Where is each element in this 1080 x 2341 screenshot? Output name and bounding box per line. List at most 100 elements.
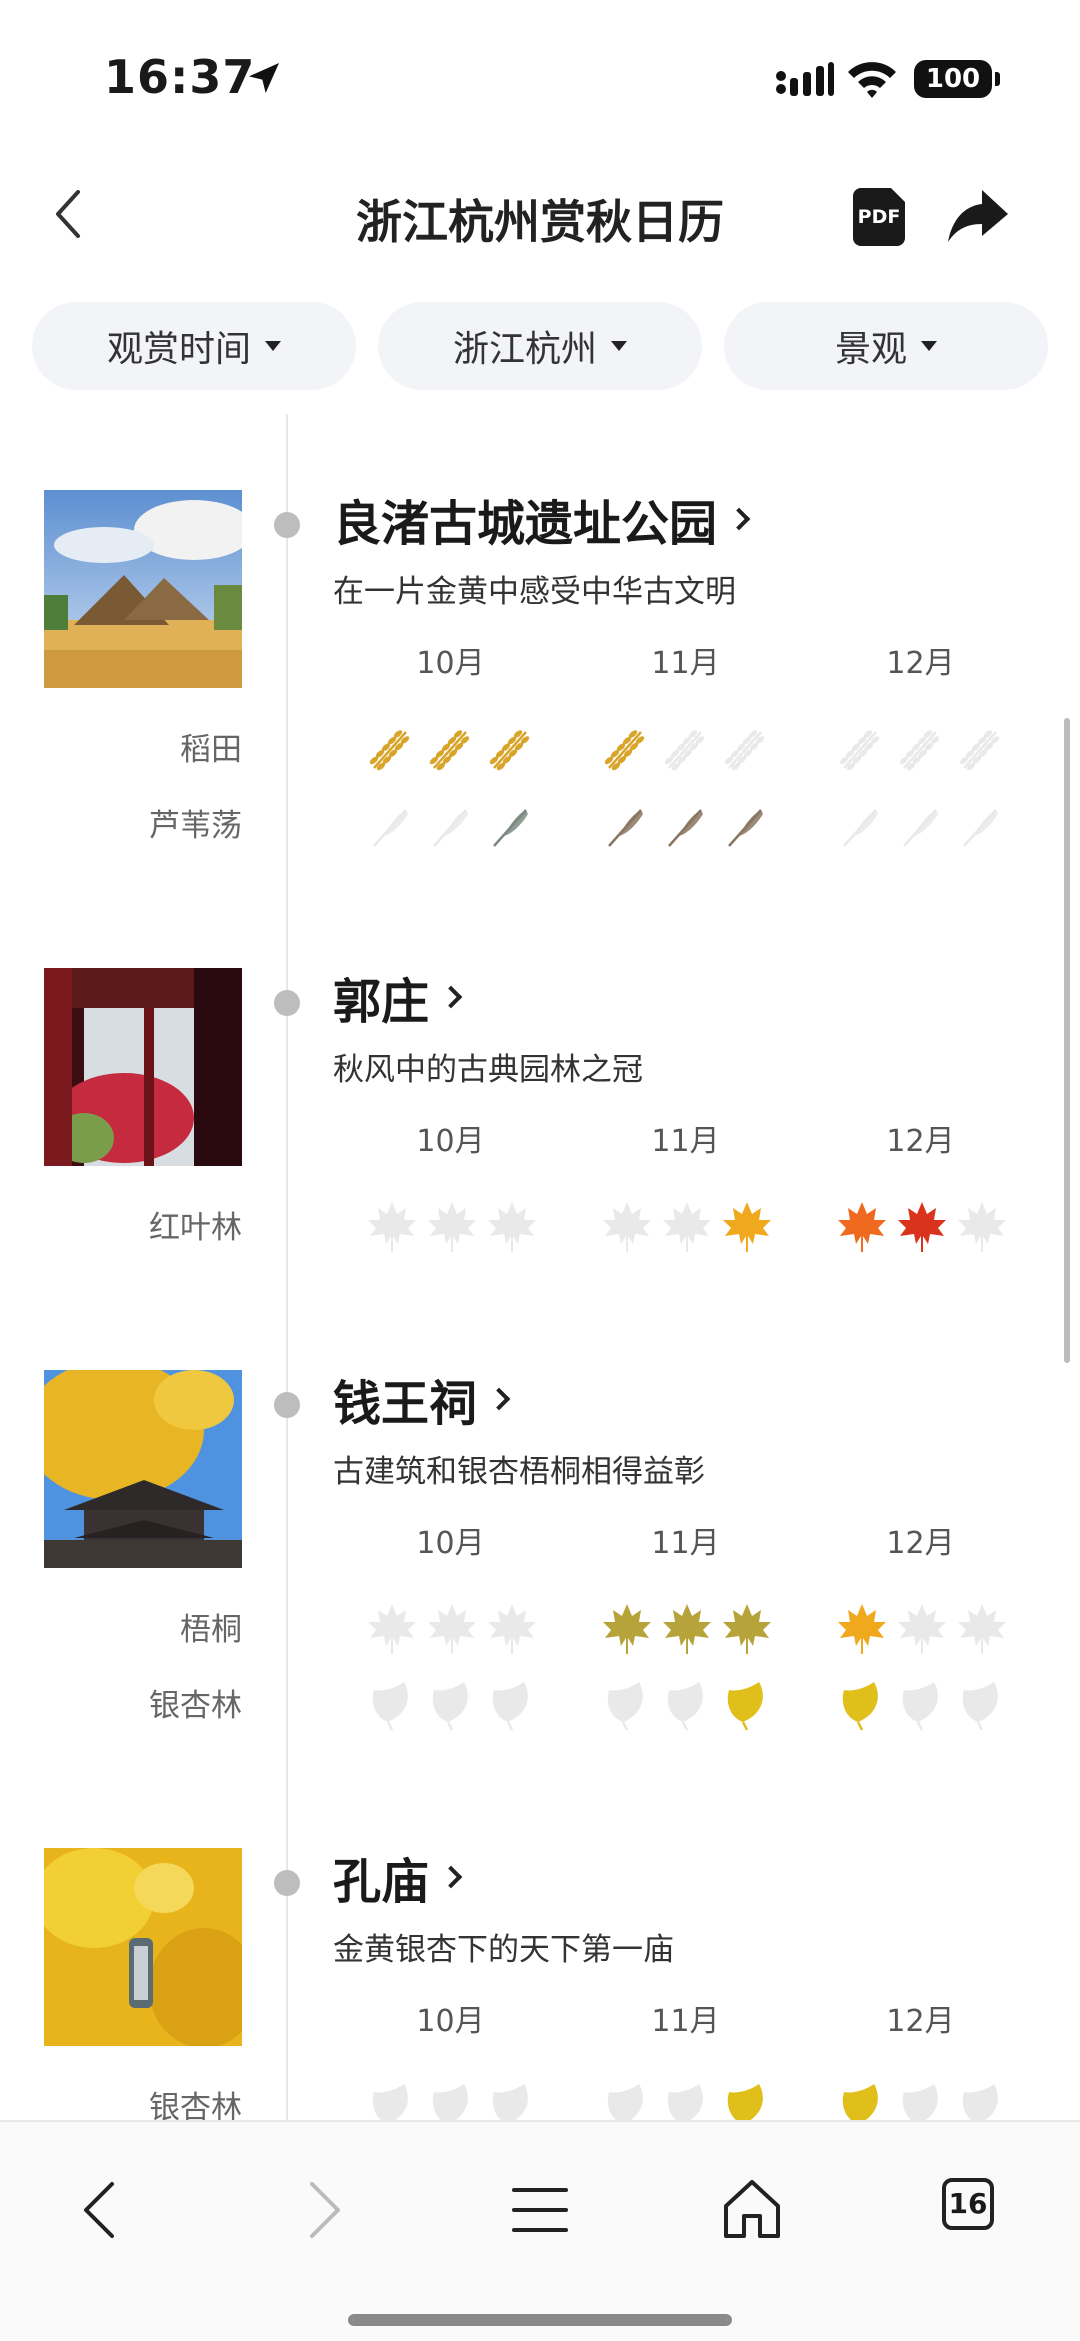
nav-bar: 浙江杭州赏秋日历 PDF [0, 160, 1080, 270]
caret-down-icon [265, 341, 281, 351]
filter-viewing-time[interactable]: 观赏时间 [32, 302, 356, 390]
place-list: 良渚古城遗址公园 在一片金黄中感受中华古文明 10月 11月 12月 稻田 芦苇… [0, 414, 1080, 2120]
scenery-label: 梧桐 [180, 1612, 242, 1648]
month-header: 10月 11月 12月 [333, 638, 1053, 682]
menu-icon[interactable] [500, 2170, 580, 2250]
battery-indicator: 100 [914, 60, 1000, 98]
ginkgo-icon [667, 2084, 703, 2120]
caret-down-icon [921, 341, 937, 351]
ginkgo-icon [372, 1682, 408, 1731]
month-icon-group [597, 2076, 832, 2120]
month-label: 12月 [886, 2004, 955, 2039]
chevron-right-icon [487, 1387, 511, 1411]
scenery-label: 芦苇荡 [149, 808, 242, 844]
scenery-row: 红叶林 [0, 1196, 1080, 1256]
rice-icon [899, 730, 940, 771]
ginkgo-icon [842, 2084, 878, 2120]
sycamore-icon [428, 1604, 476, 1654]
ginkgo-icon [902, 2084, 938, 2120]
month-label: 12月 [886, 1124, 955, 1159]
filter-label: 观赏时间 [106, 329, 251, 370]
place-title[interactable]: 孔庙 [333, 1842, 463, 1912]
page-title: 浙江杭州赏秋日历 [356, 195, 724, 249]
ginkgo-icon [607, 1682, 643, 1731]
rice-icon [724, 730, 765, 771]
share-icon[interactable] [946, 184, 1010, 248]
maple-icon [898, 1202, 946, 1252]
place-photo-ginkgo-temple[interactable] [44, 1370, 242, 1568]
sycamore-icon [663, 1604, 711, 1654]
month-label: 10月 [416, 2004, 485, 2039]
place-description: 在一片金黄中感受中华古文明 [333, 574, 736, 610]
scrollbar[interactable] [1064, 718, 1070, 1363]
rice-icon [604, 730, 645, 771]
place-description: 古建筑和银杏梧桐相得益彰 [333, 1454, 705, 1490]
ginkgo-icon [667, 1682, 703, 1731]
month-icon-group [832, 794, 1067, 854]
timeline-dot [274, 1870, 300, 1896]
place-photo-ginkgo-plaque[interactable] [44, 1848, 242, 2046]
maple-icon [488, 1202, 536, 1252]
home-indicator [348, 2314, 732, 2326]
month-icon-group [597, 1598, 832, 1658]
reed-icon [433, 809, 468, 847]
maple-icon [958, 1202, 1006, 1252]
reed-icon [493, 809, 528, 847]
maple-icon [723, 1202, 771, 1252]
ginkgo-icon [432, 1682, 468, 1731]
maple-icon [368, 1202, 416, 1252]
tabs-count-button[interactable]: 16 [942, 2178, 994, 2230]
place-name: 良渚古城遗址公园 [333, 496, 718, 552]
month-icon-group [362, 794, 597, 854]
reed-icon [608, 809, 643, 847]
filter-label: 景观 [834, 329, 907, 370]
place-title[interactable]: 钱王祠 [333, 1364, 511, 1434]
month-header: 10月 11月 12月 [333, 1996, 1053, 2040]
icon-row [362, 794, 1067, 854]
month-label: 12月 [886, 1526, 955, 1561]
month-icon-group [362, 2076, 597, 2120]
ginkgo-icon [727, 2084, 763, 2120]
scenery-label: 银杏林 [149, 1688, 242, 1724]
icon-row [362, 2076, 1067, 2120]
icon-row [362, 718, 1067, 778]
month-header: 10月 11月 12月 [333, 1116, 1053, 1160]
sycamore-icon [958, 1604, 1006, 1654]
scenery-label: 红叶林 [149, 1210, 242, 1246]
reed-icon [903, 809, 938, 847]
month-icon-group [362, 1598, 597, 1658]
reed-icon [373, 809, 408, 847]
scenery-row: 银杏林 [0, 1674, 1080, 1734]
month-icon-group [597, 1196, 832, 1256]
place-name: 孔庙 [333, 1854, 430, 1910]
browser-forward-icon[interactable] [282, 2170, 362, 2250]
place-name: 钱王祠 [333, 1376, 478, 1432]
pdf-button[interactable]: PDF [853, 188, 905, 246]
maple-icon [663, 1202, 711, 1252]
place-photo-thatched-huts[interactable] [44, 490, 242, 688]
location-arrow-icon [249, 63, 279, 93]
icon-row [362, 1598, 1067, 1658]
filter-scenery[interactable]: 景观 [724, 302, 1048, 390]
month-label: 10月 [416, 1526, 485, 1561]
month-icon-group [597, 794, 832, 854]
place-photo-red-pavilion[interactable] [44, 968, 242, 1166]
filter-label: 浙江杭州 [452, 329, 597, 370]
place-title[interactable]: 郭庄 [333, 962, 463, 1032]
month-icon-group [597, 1674, 832, 1734]
rice-icon [369, 730, 410, 771]
ginkgo-icon [727, 1682, 763, 1731]
icon-row [362, 1196, 1067, 1256]
timeline-dot [274, 512, 300, 538]
place-title[interactable]: 良渚古城遗址公园 [333, 484, 751, 554]
home-icon[interactable] [712, 2170, 792, 2250]
scenery-row: 银杏林 [0, 2076, 1080, 2120]
rice-icon [959, 730, 1000, 771]
filter-region[interactable]: 浙江杭州 [378, 302, 702, 390]
rice-icon [839, 730, 880, 771]
icon-row [362, 1674, 1067, 1734]
browser-back-icon[interactable] [62, 2170, 142, 2250]
sycamore-icon [723, 1604, 771, 1654]
ginkgo-icon [842, 1682, 878, 1731]
cellular-signal-icon [776, 62, 834, 96]
